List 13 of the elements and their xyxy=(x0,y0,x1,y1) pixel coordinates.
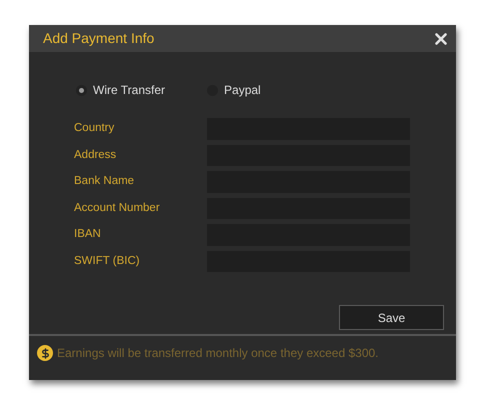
dialog-title: Add Payment Info xyxy=(43,29,154,48)
radio-option[interactable]: Wire Transfer xyxy=(76,81,166,99)
field-label: SWIFT (BIC) xyxy=(74,254,141,269)
coin-icon xyxy=(37,345,53,361)
field-label: Account Number xyxy=(74,200,161,216)
field-label: Country xyxy=(74,121,116,136)
footer-note: Earnings will be transferred monthly once they exceed $300. xyxy=(57,345,379,362)
field-label: Bank Name xyxy=(74,174,136,190)
radio-button[interactable] xyxy=(76,84,87,96)
save-button[interactable]: Save xyxy=(339,305,444,330)
field-label: IBAN xyxy=(74,227,102,242)
field-label: Address xyxy=(74,148,118,163)
radio-option[interactable]: Paypal xyxy=(207,81,261,99)
